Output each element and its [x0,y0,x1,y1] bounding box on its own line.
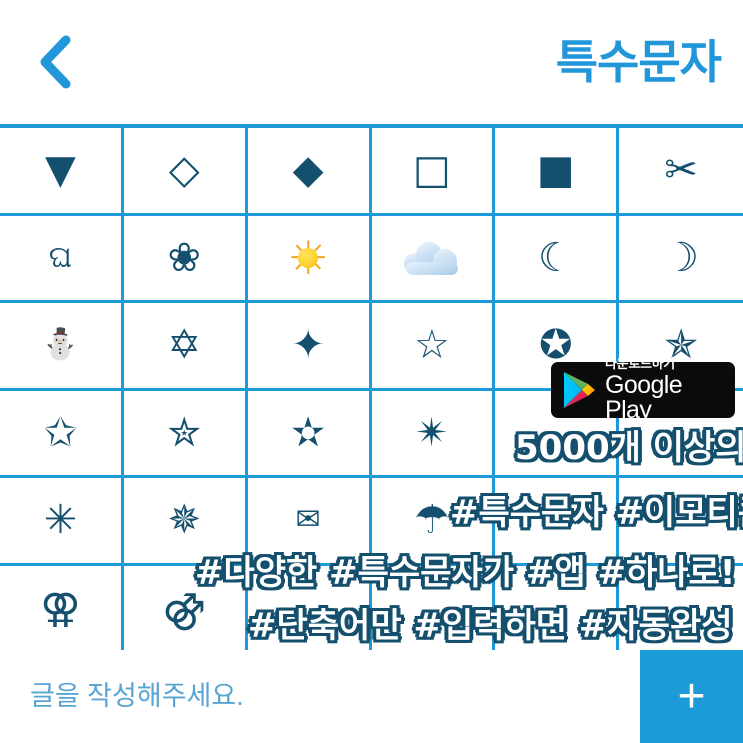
symbol-flower-petals-glyph: ❀ [167,234,201,281]
symbol-eight-pointed-black-star[interactable]: ✴ [371,390,496,478]
symbol-square-filled[interactable]: ■ [495,128,620,216]
chevron-left-icon [38,34,74,90]
symbol-star-outline-glyph: ☆ [413,322,450,369]
symbol-waning-moon-glyph: ☾ [537,234,574,281]
symbol-eight-pointed-black-star-glyph: ✴ [415,409,449,456]
promo-line-3: #다양한 #특수문자가 #앱 #하나로! [195,553,736,593]
cloud-icon [403,241,460,275]
google-play-badge[interactable]: 다운로드하기 Google Play [551,357,735,423]
symbol-diamond-filled-glyph: ◆ [292,147,324,194]
symbol-eight-spoked-asterisk[interactable]: ✳ [0,478,124,566]
symbol-diamond-outline-glyph: ◇ [168,147,200,194]
sun-core [298,247,319,268]
symbol-flower-petals[interactable]: ❀ [123,215,248,303]
page-title: 특수문자 [555,36,722,88]
symbol-square-filled-glyph: ■ [536,147,575,194]
symbol-scissors[interactable]: ✂ [619,128,743,216]
symbol-waxing-moon[interactable]: ☽ [619,215,743,303]
symbol-diamond-filled[interactable]: ◆ [247,128,372,216]
symbol-diamond-outline[interactable]: ◇ [123,128,248,216]
symbol-star-of-david-glyph: ✡ [167,322,201,369]
symbol-waxing-moon-glyph: ☽ [663,234,699,281]
symbol-four-pointed-star-glyph: ✦ [291,322,325,369]
symbol-open-centre-star[interactable]: ✫ [247,390,372,478]
promo-line-4: #단축어만 #입력하면 #자동완성 [248,606,733,646]
symbol-odia-letter[interactable]: ଘ [0,215,124,303]
symbol-star-of-david[interactable]: ✡ [123,303,248,391]
symbol-square-outline[interactable]: □ [371,128,496,216]
symbol-outlined-black-star-glyph: ✮ [167,409,201,456]
symbol-snowman[interactable]: ⛄ [0,303,124,391]
symbol-square-outline-glyph: □ [413,147,451,194]
symbol-doubled-female[interactable]: ⚢ [0,565,124,653]
symbol-doubled-female-glyph: ⚢ [40,586,81,633]
symbol-snowman-glyph: ⛄ [41,327,80,363]
add-button[interactable]: + [640,650,743,743]
symbol-open-centre-star-glyph: ✫ [291,409,325,456]
cloud-puff [405,261,458,275]
symbol-odia-letter-glyph: ଘ [48,239,73,275]
symbol-envelope-glyph: ✉ [295,502,321,538]
symbol-umbrella-glyph: ☂ [413,497,450,544]
symbol-outlined-black-star[interactable]: ✮ [123,390,248,478]
symbol-doubled-male-glyph: ⚣ [162,586,207,633]
symbol-down-triangle[interactable]: ▼ [0,128,124,216]
symbol-down-triangle-glyph: ▼ [45,147,76,194]
compose-input[interactable] [0,650,640,743]
google-play-title: Google Play [605,371,683,424]
sun-icon: ☀ [285,235,331,281]
symbol-stress-outlined-star[interactable]: ✩ [0,390,124,478]
symbol-cloud-emoji[interactable] [371,215,496,303]
symbol-waning-moon[interactable]: ☾ [495,215,620,303]
google-play-subtitle: 다운로드하기 [605,356,675,371]
symbol-sun-emoji[interactable]: ☀ [247,215,372,303]
symbol-scissors-glyph: ✂ [664,147,698,194]
symbol-eight-spoked-asterisk-glyph: ✳ [43,497,78,544]
symbol-stress-outlined-star-glyph: ✩ [43,409,78,456]
symbol-eight-pointed-rectilinear-star-glyph: ✵ [167,497,201,544]
google-play-text: 다운로드하기 Google Play [605,357,725,423]
google-play-triangle-icon [562,371,596,409]
promo-line-1: 5000개 이상의 [515,428,743,468]
promo-line-2: #특수문자 #이모티콘 [450,493,743,533]
symbol-circled-star-glyph: ✪ [538,322,573,369]
symbol-four-pointed-star[interactable]: ✦ [247,303,372,391]
symbol-star-outline[interactable]: ☆ [371,303,496,391]
back-button[interactable] [28,27,84,97]
compose-bar: + [0,650,743,743]
app-header: 특수문자 [0,0,743,124]
